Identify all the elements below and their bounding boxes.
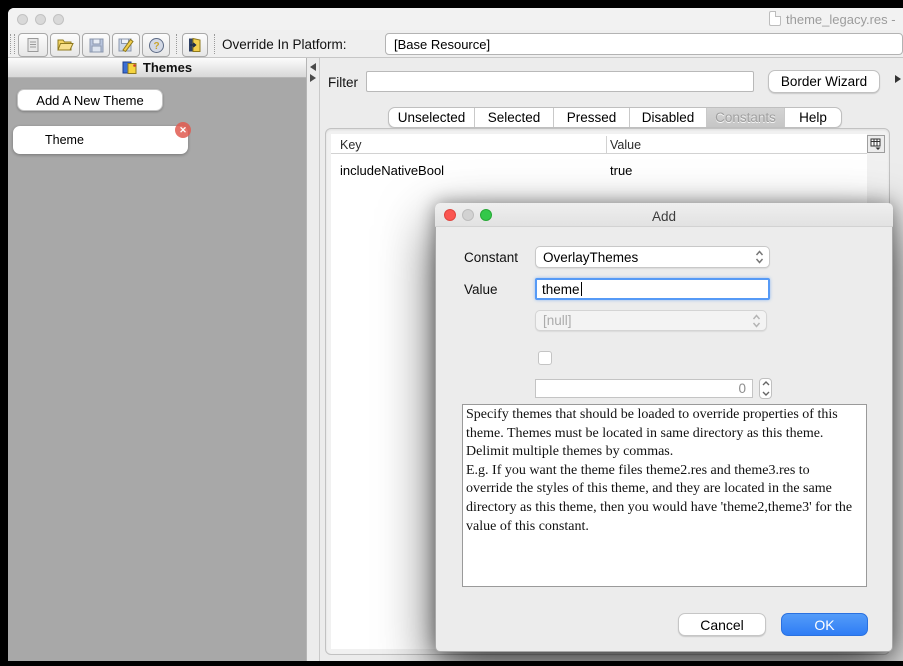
close-window-button[interactable] — [17, 14, 28, 25]
tab-help[interactable]: Help — [785, 108, 841, 127]
chevron-up-down-icon — [752, 314, 761, 328]
boolean-checkbox[interactable] — [538, 351, 552, 365]
filter-input[interactable] — [366, 71, 754, 92]
constant-label: Constant — [464, 250, 518, 265]
value-label: Value — [464, 282, 498, 297]
themes-icon — [122, 61, 138, 75]
style-tabs: Unselected Selected Pressed Disabled Con… — [388, 107, 842, 128]
help-icon: ? — [148, 37, 165, 54]
spinner-stepper[interactable] — [759, 378, 772, 399]
themes-panel-title: Themes — [143, 60, 192, 75]
stepper-up-icon — [762, 381, 770, 386]
toolbar-drag-handle[interactable] — [10, 34, 15, 54]
collapse-left-icon[interactable] — [310, 63, 316, 71]
value-input-text: theme — [542, 282, 580, 297]
cancel-button[interactable]: Cancel — [678, 613, 766, 636]
toolbar-separator-2 — [214, 34, 215, 54]
zoom-window-button[interactable] — [53, 14, 64, 25]
constant-select[interactable]: OverlayThemes — [535, 246, 770, 268]
number-spinner-field[interactable]: 0 — [535, 379, 753, 398]
tab-unselected[interactable]: Unselected — [389, 108, 475, 127]
column-header-key[interactable]: Key — [340, 138, 362, 152]
document-icon — [769, 11, 781, 26]
screen: theme_legacy.res - ? — [0, 0, 903, 666]
type-select-value: [null] — [543, 313, 572, 328]
constants-table-header — [331, 134, 867, 154]
ok-button[interactable]: OK — [781, 613, 868, 636]
table-row-key[interactable]: includeNativeBool — [340, 163, 444, 178]
stepper-down-icon — [762, 391, 770, 396]
toolbar-separator — [176, 34, 177, 54]
tab-constants[interactable]: Constants — [707, 108, 785, 127]
split-pane-divider[interactable] — [306, 58, 320, 661]
table-options-button[interactable] — [867, 135, 885, 153]
dialog-close-button[interactable] — [444, 209, 456, 221]
save-as-button[interactable] — [112, 33, 140, 57]
minimize-window-button[interactable] — [35, 14, 46, 25]
open-folder-icon — [56, 37, 74, 53]
table-row-value[interactable]: true — [610, 163, 632, 178]
chevron-up-down-icon — [755, 250, 764, 264]
text-caret — [581, 282, 582, 296]
dialog-title: Add — [435, 209, 893, 224]
save-as-pencil-icon — [118, 37, 134, 53]
expand-right-icon[interactable] — [310, 74, 316, 82]
column-header-value[interactable]: Value — [610, 138, 641, 152]
override-platform-label: Override In Platform: — [222, 37, 347, 52]
dialog-minimize-button[interactable] — [462, 209, 474, 221]
dialog-zoom-button[interactable] — [480, 209, 492, 221]
svg-text:?: ? — [153, 41, 159, 52]
new-document-icon — [25, 37, 41, 53]
tab-selected[interactable]: Selected — [475, 108, 554, 127]
theme-list-item[interactable]: Theme — [13, 126, 188, 154]
theme-close-icon[interactable]: ✕ — [175, 122, 191, 138]
open-resource-button[interactable] — [50, 33, 80, 57]
save-button[interactable] — [82, 33, 110, 57]
help-button[interactable]: ? — [142, 33, 170, 57]
border-wizard-button[interactable]: Border Wizard — [768, 70, 880, 93]
column-divider — [606, 136, 607, 153]
tab-disabled[interactable]: Disabled — [630, 108, 707, 127]
new-resource-button[interactable] — [18, 33, 48, 57]
themes-panel-header: Themes — [8, 58, 306, 78]
type-select[interactable]: [null] — [535, 310, 767, 331]
filter-label: Filter — [328, 75, 358, 90]
value-input[interactable]: theme — [535, 278, 770, 300]
table-options-icon — [870, 138, 882, 150]
constant-select-value: OverlayThemes — [543, 250, 638, 265]
add-theme-button[interactable]: Add A New Theme — [17, 89, 163, 111]
exit-door-icon — [187, 37, 203, 53]
tab-pressed[interactable]: Pressed — [554, 108, 630, 127]
constant-description-text: Specify themes that should be loaded to … — [462, 404, 867, 587]
exit-button[interactable] — [182, 33, 208, 57]
overflow-arrow-icon[interactable] — [895, 75, 901, 83]
window-title: theme_legacy.res - — [786, 12, 896, 27]
platform-select[interactable]: [Base Resource] — [385, 33, 903, 55]
save-floppy-icon — [89, 38, 104, 53]
